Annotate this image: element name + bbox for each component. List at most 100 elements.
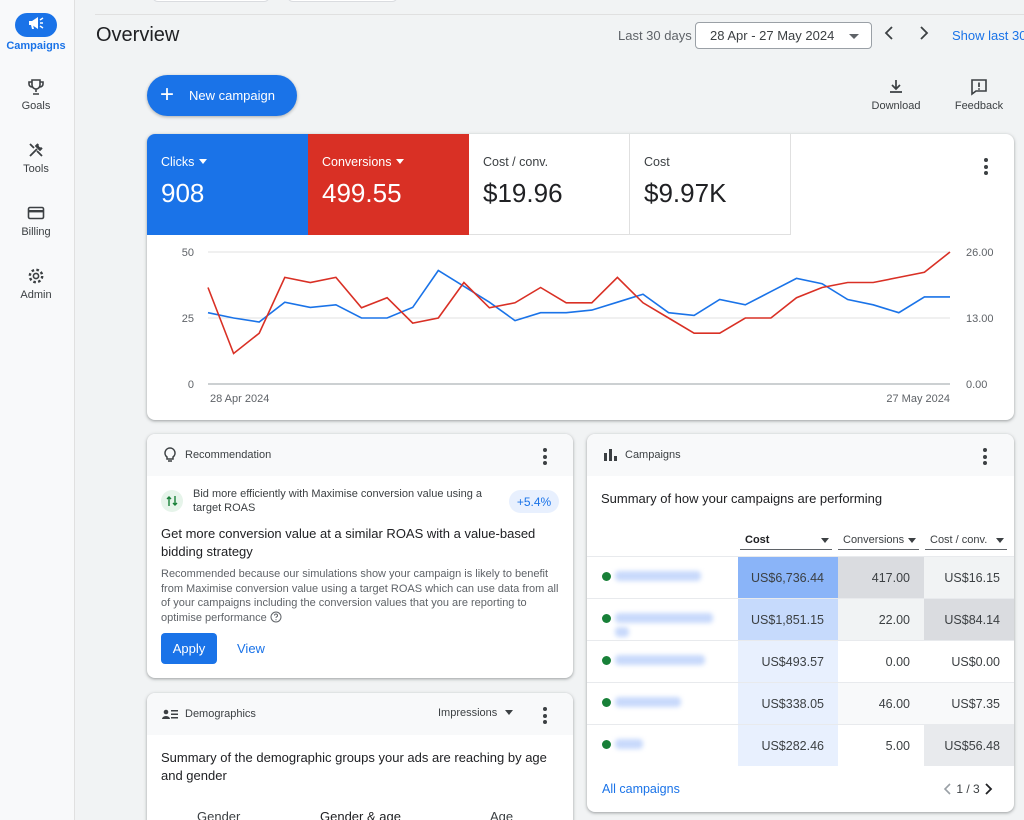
more-vert-icon[interactable]: [983, 448, 987, 468]
campaign-name-redacted: [615, 697, 681, 707]
caret-down-icon: [396, 159, 405, 164]
nav-goals[interactable]: Goals: [0, 78, 72, 112]
table-row[interactable]: US$338.05 46.00 US$7.35: [587, 682, 1014, 724]
column-header-cost[interactable]: Cost: [740, 532, 832, 550]
column-header-label: Conversions: [843, 534, 905, 546]
campaigns-card: Campaigns Summary of how your campaigns …: [587, 434, 1014, 812]
left-nav: Campaigns Goals Tools Billing Admin: [0, 0, 75, 820]
campaign-name-redacted: [615, 571, 701, 581]
page-title: Overview: [96, 24, 180, 46]
more-vert-icon[interactable]: [984, 158, 988, 178]
metric-conversions[interactable]: Conversions 499.55: [308, 134, 469, 235]
help-icon[interactable]: [270, 611, 282, 623]
cost-cell: US$6,736.44: [738, 557, 838, 598]
cost-cell: US$338.05: [738, 683, 838, 724]
y-right-tick-label: 26.00: [966, 247, 994, 259]
x-start-label: 28 Apr 2024: [210, 393, 269, 405]
caret-down-icon: [821, 538, 829, 543]
metric-selector[interactable]: Impressions: [438, 707, 514, 719]
status-dot: [602, 614, 611, 623]
status-dot: [602, 740, 611, 749]
y-right-tick-label: 13.00: [966, 313, 994, 325]
column-header-conversions[interactable]: Conversions: [838, 532, 919, 550]
y-left-tick-label: 0: [188, 379, 194, 391]
metric-cost[interactable]: Cost $9.97K: [630, 134, 791, 235]
table-row[interactable]: US$1,851.15 22.00 US$84.14: [587, 598, 1014, 640]
top-tab-stub[interactable]: [287, 0, 398, 2]
tab-gender-age[interactable]: Gender & age: [320, 809, 401, 820]
credit-card-icon: [27, 206, 45, 220]
metric-name: Cost / conv.: [483, 155, 549, 169]
suggestion-text: Bid more efficiently with Maximise conve…: [193, 488, 482, 514]
conversions-cell: 46.00: [838, 683, 924, 724]
download-label: Download: [871, 100, 921, 112]
megaphone-icon: [15, 13, 57, 37]
top-tab-stub[interactable]: [152, 0, 270, 2]
nav-label: Campaigns: [6, 40, 66, 52]
recommendation-body-text: Recommended because our simulations show…: [161, 568, 559, 624]
trophy-icon: [28, 79, 44, 95]
table-row[interactable]: US$6,736.44 417.00 US$16.15: [587, 556, 1014, 598]
pagination: 1 / 3: [943, 782, 993, 796]
cost-per-conv-cell: US$84.14: [924, 599, 1014, 640]
chevron-left-icon[interactable]: [883, 26, 895, 40]
all-campaigns-link[interactable]: All campaigns: [602, 782, 680, 796]
tab-gender[interactable]: Gender: [197, 809, 240, 820]
uplift-chip: +5.4%: [509, 490, 559, 513]
new-campaign-button[interactable]: + New campaign: [147, 75, 297, 116]
bid-strategy-icon: [161, 490, 183, 512]
cost-per-conv-cell: US$7.35: [924, 683, 1014, 724]
metric-name: Cost: [644, 155, 670, 169]
card-header: Demographics Impressions: [147, 693, 573, 735]
feedback-label: Feedback: [954, 100, 1004, 112]
cost-cell: US$493.57: [738, 641, 838, 682]
feedback-button[interactable]: Feedback: [950, 78, 1008, 112]
metric-clicks[interactable]: Clicks 908: [147, 134, 308, 235]
card-title: Demographics: [185, 708, 256, 720]
nav-admin[interactable]: Admin: [0, 267, 72, 301]
header-divider: [95, 14, 1024, 15]
date-range-value: 28 Apr - 27 May 2024: [710, 28, 835, 43]
chevron-left-icon[interactable]: [943, 783, 953, 795]
status-dot: [602, 656, 611, 665]
cost-cell: US$1,851.15: [738, 599, 838, 640]
series-line-clicks: [207, 269, 950, 323]
bar-chart-icon: [604, 449, 617, 461]
recommendation-card: Recommendation Bid more efficiently with…: [147, 434, 573, 678]
nav-label: Admin: [20, 289, 52, 301]
conversions-cell: 5.00: [885, 739, 910, 753]
nav-billing[interactable]: Billing: [0, 204, 72, 238]
card-header: Recommendation: [147, 434, 573, 476]
nav-tools[interactable]: Tools: [0, 141, 72, 175]
cost-cell: US$282.46: [738, 725, 838, 766]
column-header-cost-per-conv[interactable]: Cost / conv.: [925, 532, 1007, 550]
date-range-select[interactable]: 28 Apr - 27 May 2024: [695, 22, 872, 49]
demographics-summary: Summary of the demographic groups your a…: [161, 750, 547, 783]
conversions-cell: 417.00: [838, 557, 924, 598]
nav-campaigns[interactable]: Campaigns: [0, 13, 72, 52]
y-right-tick-label: 0.00: [966, 379, 987, 391]
show-last-link[interactable]: Show last 30: [952, 28, 1024, 43]
date-range-label: Last 30 days: [618, 28, 692, 43]
download-button[interactable]: Download: [868, 78, 924, 112]
nav-label: Billing: [21, 226, 51, 238]
metric-value: $9.97K: [644, 178, 727, 208]
apply-button[interactable]: Apply: [161, 633, 217, 664]
nav-label: Tools: [23, 163, 49, 175]
more-vert-icon[interactable]: [543, 707, 547, 727]
table-row[interactable]: US$282.46 5.00 US$56.48: [587, 724, 1014, 766]
page-indicator: 1 / 3: [956, 782, 980, 796]
metric-cost-per-conv[interactable]: Cost / conv. $19.96: [469, 134, 630, 235]
cost-per-conv-cell: US$0.00: [951, 655, 1000, 669]
status-dot: [602, 698, 611, 707]
chevron-right-icon[interactable]: [918, 26, 930, 40]
table-row[interactable]: US$493.57 0.00 US$0.00: [587, 640, 1014, 682]
view-link[interactable]: View: [237, 641, 265, 656]
metric-value: $19.96: [483, 178, 563, 208]
more-vert-icon[interactable]: [543, 448, 547, 468]
card-title: Recommendation: [185, 449, 272, 461]
metric-name: Conversions: [322, 155, 392, 169]
metric-value: 499.55: [322, 178, 402, 208]
chevron-right-icon[interactable]: [983, 783, 993, 795]
tab-age[interactable]: Age: [490, 809, 513, 820]
